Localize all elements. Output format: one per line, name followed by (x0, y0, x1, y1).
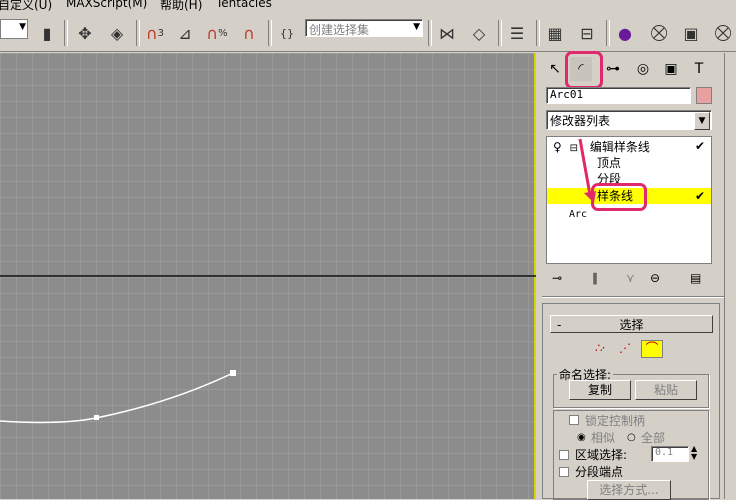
modify-tab-highlight (565, 51, 603, 89)
stack-tools: ⊸ ∥ ⋎ ⊖ ▤ (546, 269, 712, 291)
remove-modifier-icon[interactable]: ⊖ (650, 271, 660, 285)
toolbar-separator (498, 20, 502, 46)
spline-level-icon[interactable]: ⌒ (641, 340, 663, 358)
panel-divider (542, 296, 724, 298)
toolbar-separator (536, 20, 540, 46)
segment-end-label: 分段端点 (575, 465, 624, 479)
main-toolbar: ▼ ▮ ✥ ◈ ∩ 3 ⊿ ∩% ∩ {} 创建选择集 ▼ ⋈ ◇ ☰ ▦ ⊟ ●… (0, 12, 736, 52)
vertex-level-icon[interactable]: ∴· (595, 341, 606, 355)
make-unique-icon[interactable]: ⋎ (626, 271, 635, 285)
menu-maxscript[interactable]: MAXScript(M) (66, 0, 147, 10)
command-panel: ↖ ◜ ⊶ ◎ ▣ T Arc01 修改器列表 ▼ ♀ ⊟ 编辑样条线 ✔ 顶点… (538, 51, 724, 500)
curve-editor-icon[interactable]: ▦ (542, 20, 568, 46)
menu-customize[interactable]: 自定义(U) (0, 0, 52, 12)
motion-tab-icon[interactable]: ◎ (632, 57, 654, 81)
render-setup-icon[interactable]: ⛒ (646, 20, 672, 46)
select-window-icon[interactable]: ▮ (34, 20, 60, 46)
stack-row-arc[interactable]: Arc (569, 207, 587, 223)
segment-end-checkbox[interactable] (559, 467, 569, 477)
annotation-arrow (578, 138, 596, 203)
chevron-down-icon: ▼ (19, 22, 26, 32)
menu-tentacles[interactable]: Tentacles (216, 0, 272, 10)
pin-stack-icon[interactable]: ⊸ (552, 271, 562, 285)
lock-handles-checkbox[interactable] (569, 415, 579, 425)
toolbar-separator (136, 20, 140, 46)
all-radio[interactable]: ○ (627, 432, 636, 443)
spline-vertex (230, 370, 236, 376)
selection-rollout-header[interactable]: - 选择 (550, 315, 713, 333)
checkmark-icon: ✔ (695, 139, 706, 153)
hierarchy-tab-icon[interactable]: ⊶ (602, 57, 624, 81)
similar-radio[interactable]: ◉ (577, 432, 586, 443)
command-panel-scrollbar[interactable] (724, 53, 736, 499)
show-end-result-icon[interactable]: ∥ (592, 271, 598, 285)
paste-button[interactable]: 粘贴 (635, 380, 697, 400)
area-selection-label: 区域选择: (575, 448, 628, 462)
rendered-frame-window-icon[interactable]: ▣ (678, 20, 704, 46)
utilities-tab-icon[interactable]: T (688, 57, 710, 81)
mirror-icon[interactable]: ⋈ (434, 20, 460, 46)
copy-button[interactable]: 复制 (569, 380, 631, 400)
lightbulb-icon[interactable]: ♀ (553, 140, 562, 154)
angle-snap-icon[interactable]: ⊿ (172, 20, 198, 46)
chevron-down-icon: ▼ (413, 22, 420, 32)
toolbar-separator (268, 20, 272, 46)
menu-help[interactable]: 帮助(H) (160, 0, 202, 12)
schematic-view-icon[interactable]: ⊟ (574, 20, 600, 46)
all-label: 全部 (641, 431, 666, 445)
lock-handles-label: 锁定控制柄 (585, 414, 646, 428)
selection-rollout: - 选择 ∴· ⋰ ⌒ 命名选择: 复制 粘贴 锁定控制柄 ◉ 相似 ○ 全部 … (542, 303, 720, 500)
chevron-down-icon: ▼ (694, 112, 710, 130)
snap-toggle-icon[interactable]: ∩ 3 (142, 20, 168, 46)
area-selection-checkbox[interactable] (559, 450, 569, 460)
material-editor-icon[interactable]: ● (612, 20, 638, 46)
spinner-arrows-icon[interactable]: ▲ ▼ (691, 445, 697, 461)
select-scale-icon[interactable]: ◈ (104, 20, 130, 46)
viewport[interactable] (0, 53, 536, 499)
create-tab-icon[interactable]: ↖ (544, 57, 566, 81)
similar-label: 相似 (591, 431, 616, 445)
percent-snap-icon[interactable]: ∩% (204, 20, 230, 46)
select-by-button[interactable]: 选择方式... (587, 480, 671, 500)
toolbar-separator (428, 20, 432, 46)
toolbar-separator (64, 20, 68, 46)
configure-modifier-sets-icon[interactable]: ▤ (690, 271, 701, 285)
display-tab-icon[interactable]: ▣ (660, 57, 682, 81)
named-selection-set-input[interactable]: 创建选择集 ▼ (305, 19, 423, 37)
arc-spline (0, 372, 234, 424)
layer-manager-icon[interactable]: ☰ (504, 20, 530, 46)
quick-render-icon[interactable]: ⛒ (710, 20, 736, 46)
checkmark-icon: ✔ (695, 189, 706, 203)
object-color-swatch[interactable] (696, 87, 712, 104)
spinner-snap-icon[interactable]: ∩ (236, 20, 262, 46)
area-selection-spinner[interactable]: 0.1 (651, 446, 689, 462)
viewport-canvas (0, 275, 536, 424)
segment-level-icon[interactable]: ⋰ (619, 341, 631, 355)
selection-filter-dropdown[interactable]: ▼ (0, 19, 28, 39)
spline-vertex (94, 415, 99, 420)
menu-bar: 自定义(U) MAXScript(M) 帮助(H) Tentacles (0, 0, 736, 12)
edit-named-selection-icon[interactable]: {} (274, 20, 300, 46)
select-move-icon[interactable]: ✥ (72, 20, 98, 46)
toolbar-separator (606, 20, 610, 46)
align-icon[interactable]: ◇ (466, 20, 492, 46)
